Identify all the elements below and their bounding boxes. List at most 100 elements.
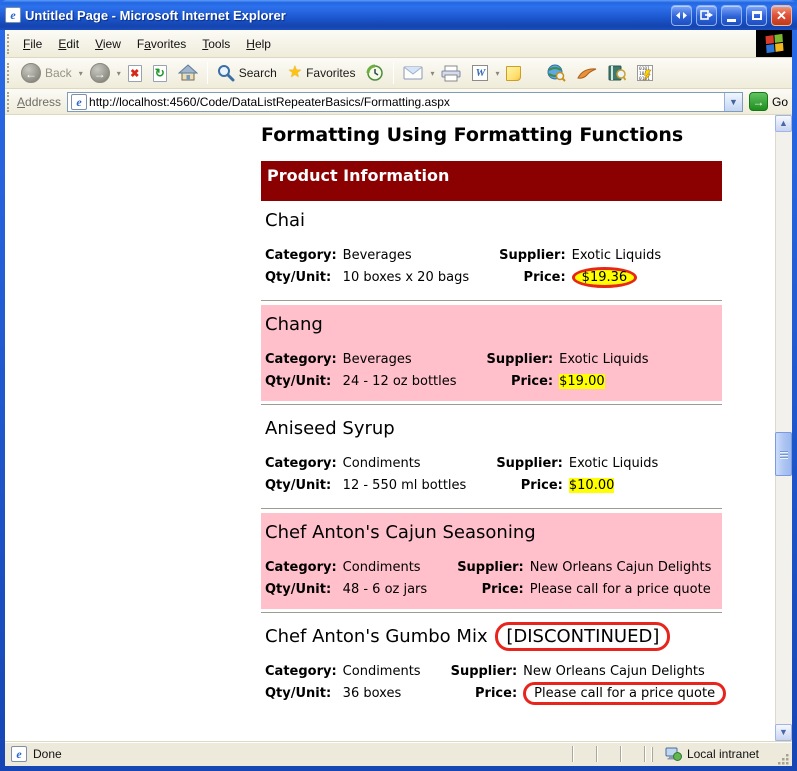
windows-logo-throbber <box>756 30 792 57</box>
supplier-value: Exotic Liquids <box>559 352 649 367</box>
product-name: Chef Anton's Cajun Seasoning <box>265 522 536 543</box>
minimize-button[interactable] <box>721 4 742 26</box>
word-icon: W <box>472 65 489 81</box>
title-bar[interactable]: e Untitled Page - Microsoft Internet Exp… <box>0 0 797 30</box>
toolbar-grip-handle[interactable] <box>7 63 11 83</box>
toolbar-separator <box>206 62 208 84</box>
price-label: Price: <box>481 582 524 597</box>
back-button[interactable]: ← Back <box>16 60 77 86</box>
export-button[interactable] <box>696 4 717 26</box>
menu-grip-handle[interactable] <box>7 33 11 54</box>
status-text: Done <box>33 747 62 761</box>
resize-grip[interactable] <box>777 753 790 766</box>
discuss-button[interactable] <box>501 63 526 84</box>
refresh-icon: ↻ <box>152 64 167 82</box>
mail-button[interactable] <box>398 63 428 83</box>
price-value: Please call for a price quote <box>523 682 727 705</box>
category-label: Category: <box>265 456 337 471</box>
item-separator <box>261 404 722 406</box>
refresh-button[interactable]: ↻ <box>148 62 172 85</box>
category-label: Category: <box>265 352 337 367</box>
menu-favorites[interactable]: Favorites <box>129 32 194 56</box>
product-details-table: Category: Condiments Supplier: Exotic Li… <box>265 453 658 497</box>
price-circled: Please call for a price quote <box>523 682 727 705</box>
qty-value: 24 - 12 oz bottles <box>342 374 457 389</box>
menu-file[interactable]: File <box>15 32 50 56</box>
status-pane-separator <box>643 746 646 762</box>
print-button[interactable] <box>436 62 466 85</box>
maximize-button[interactable] <box>746 4 767 26</box>
messenger-button[interactable] <box>572 63 602 83</box>
supplier-label: Supplier: <box>450 664 518 679</box>
research-book-button[interactable] <box>603 62 631 84</box>
qty-label: Qty/Unit: <box>265 686 332 701</box>
status-pane-separator <box>619 746 622 762</box>
book-search-icon <box>608 65 627 81</box>
product-name: Aniseed Syrup <box>265 418 395 439</box>
search-button[interactable]: Search <box>212 61 282 85</box>
menu-tools[interactable]: Tools <box>194 32 238 56</box>
minimize-icon <box>727 18 736 22</box>
home-icon <box>177 64 198 81</box>
price-label: Price: <box>520 478 563 493</box>
product-item-cajun-seasoning: Chef Anton's Cajun Seasoning Category: C… <box>261 513 722 609</box>
print-icon <box>441 65 461 81</box>
menu-view[interactable]: View <box>87 32 129 56</box>
menu-help[interactable]: Help <box>238 32 279 56</box>
back-dropdown-caret[interactable]: ▾ <box>78 67 84 80</box>
forward-dropdown-caret[interactable]: ▾ <box>116 67 122 80</box>
page-icon: e <box>71 93 88 110</box>
category-value: Condiments <box>342 664 421 679</box>
category-value: Beverages <box>342 248 412 263</box>
favorites-button[interactable]: ★ Favorites <box>283 62 361 84</box>
product-item-chang: Chang Category: Beverages Supplier: Exot… <box>261 305 722 401</box>
security-zone-text: Local intranet <box>686 747 759 761</box>
toolbar-separator <box>393 62 395 84</box>
supplier-value: Exotic Liquids <box>571 248 662 263</box>
price-value: $19.36 <box>571 267 661 289</box>
window-title: Untitled Page - Microsoft Internet Explo… <box>25 7 286 23</box>
url-input[interactable] <box>87 94 724 109</box>
arrows-button[interactable] <box>671 4 692 26</box>
ie-logo-icon: e <box>5 7 21 23</box>
edit-dropdown-caret[interactable]: ▾ <box>494 67 500 80</box>
close-button[interactable]: ✕ <box>771 4 792 26</box>
globe-search-icon <box>547 64 567 82</box>
script-debug-button[interactable]: 0101 1010 0101 <box>632 62 658 84</box>
address-dropdown-button[interactable]: ▼ <box>723 92 742 111</box>
left-right-arrows-icon <box>676 11 687 19</box>
price-highlight-circled: $19.36 <box>571 267 638 288</box>
favorites-star-icon: ★ <box>287 64 303 81</box>
product-details-table: Category: Beverages Supplier: Exotic Liq… <box>265 245 661 289</box>
qty-value: 36 boxes <box>342 686 402 701</box>
qty-label: Qty/Unit: <box>265 582 332 597</box>
security-zone-pane: Local intranet <box>651 746 769 762</box>
menu-edit[interactable]: Edit <box>50 32 87 56</box>
address-grip-handle[interactable] <box>7 91 11 112</box>
edit-with-word-button[interactable]: W <box>467 62 493 84</box>
price-label: Price: <box>511 374 554 389</box>
vertical-scrollbar[interactable]: ▲ ▼ <box>775 115 792 741</box>
category-value: Condiments <box>342 456 421 471</box>
supplier-label: Supplier: <box>486 352 554 367</box>
research-web-button[interactable] <box>542 61 571 85</box>
home-button[interactable] <box>173 61 203 85</box>
scroll-up-button[interactable]: ▲ <box>775 115 792 132</box>
scroll-thumb[interactable] <box>775 432 792 476</box>
supplier-label: Supplier: <box>457 560 524 575</box>
stop-button[interactable]: ✖ <box>123 62 147 85</box>
scroll-track[interactable] <box>775 132 792 724</box>
qty-value: 12 - 550 ml bottles <box>342 478 467 493</box>
mail-dropdown-caret[interactable]: ▾ <box>429 67 435 80</box>
item-separator <box>261 612 722 614</box>
go-button[interactable]: → Go <box>748 92 788 111</box>
price-value: Please call for a price quote <box>529 582 711 597</box>
scroll-down-button[interactable]: ▼ <box>775 724 792 741</box>
product-details-table: Category: Condiments Supplier: New Orlea… <box>265 661 727 705</box>
discontinued-badge-circled: [DISCONTINUED] <box>495 622 671 651</box>
back-icon: ← <box>21 63 41 83</box>
forward-button[interactable]: → <box>85 60 115 86</box>
history-button[interactable] <box>361 61 389 85</box>
address-field: e ▼ <box>67 91 743 112</box>
go-arrow-icon: → <box>748 92 768 111</box>
